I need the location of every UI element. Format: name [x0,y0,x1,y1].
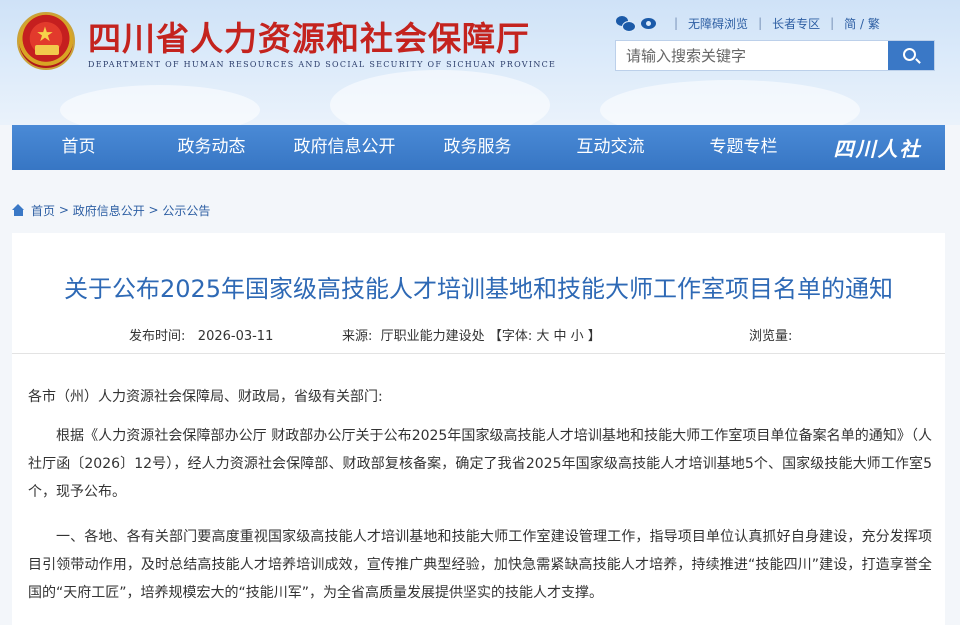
main-nav: 首页 政务动态 政府信息公开 政务服务 互动交流 专题专栏 四川人社 [12,125,945,170]
nav-item-interaction[interactable]: 互动交流 [544,125,677,170]
wechat-icon[interactable] [616,15,636,32]
publish-date-value: 2026-03-11 [197,329,274,344]
site-title[interactable]: 四川省人力资源和社会保障厅 [88,12,530,60]
article-panel: 关于公布2025年国家级高技能人才培训基地和技能大师工作室项目名单的通知 发布时… [12,233,945,625]
view-count: 浏览量: [749,325,792,344]
font-size-label: 【字体: [488,329,533,344]
meta-divider [12,353,945,354]
article-greeting: 各市（州）人力资源社会保障局、财政局，省级有关部门: [28,389,383,405]
nav-item-services[interactable]: 政务服务 [411,125,544,170]
header-cloud [600,80,860,125]
header-cloud [60,85,260,125]
accessible-browse-link[interactable]: 无障碍浏览 [688,15,748,32]
nav-item-news[interactable]: 政务动态 [145,125,278,170]
breadcrumb-separator: > [55,203,73,217]
breadcrumb-announcements[interactable]: 公示公告 [162,202,210,219]
publish-date: 发布时间: 2026-03-11 [129,325,273,344]
view-count-label: 浏览量: [749,329,793,344]
site-header: ★ 四川省人力资源和社会保障厅 DEPARTMENT OF HUMAN RESO… [0,0,960,125]
header-cloud [330,70,550,125]
breadcrumb-separator: > [144,203,163,217]
language-toggle-link[interactable]: 简 / 繁 [844,15,880,32]
nav-item-info-disclosure[interactable]: 政府信息公开 [278,125,411,170]
article-paragraph: 根据《人力资源社会保障部办公厅 财政部办公厅关于公布2025年国家级高技能人才培… [28,428,932,500]
breadcrumb-info-disclosure[interactable]: 政府信息公开 [73,202,145,219]
article-title: 关于公布2025年国家级高技能人才培训基地和技能大师工作室项目名单的通知 [63,275,894,303]
article-body: 各市（州）人力资源社会保障局、财政局，省级有关部门: 根据《人力资源社会保障部办… [28,383,932,607]
breadcrumb-home[interactable]: 首页 [31,202,55,219]
search-button[interactable] [888,41,934,70]
site-subtitle: DEPARTMENT OF HUMAN RESOURCES AND SOCIAL… [88,60,557,69]
source-value: 厅职业能力建设处 [380,329,485,344]
nav-item-home[interactable]: 首页 [12,125,145,170]
breadcrumb: 首页 > 政府信息公开 > 公示公告 [12,202,210,218]
separator: | [674,16,679,30]
font-size-switcher[interactable]: 大 中 小 [536,329,583,344]
search-box [615,40,935,71]
source-label: 来源: [342,329,373,344]
font-size-end: 】 [587,329,601,344]
nav-brand-logo[interactable]: 四川人社 [810,125,945,170]
national-emblem-icon: ★ [17,12,75,70]
article-source: 来源: 厅职业能力建设处 【字体: 大 中 小 】 [342,325,601,344]
home-icon [12,204,25,216]
article-paragraph: 一、各地、各有关部门要高度重视国家级高技能人才培训基地和技能大师工作室建设管理工… [28,529,932,601]
weibo-icon[interactable] [640,15,658,31]
separator: | [758,16,763,30]
publish-date-label: 发布时间: [129,329,186,344]
search-input[interactable] [616,41,888,70]
elderly-zone-link[interactable]: 长者专区 [772,15,820,32]
nav-item-topics[interactable]: 专题专栏 [677,125,810,170]
separator: | [830,16,835,30]
top-links: | 无障碍浏览 | 长者专区 | 简 / 繁 [616,12,880,34]
